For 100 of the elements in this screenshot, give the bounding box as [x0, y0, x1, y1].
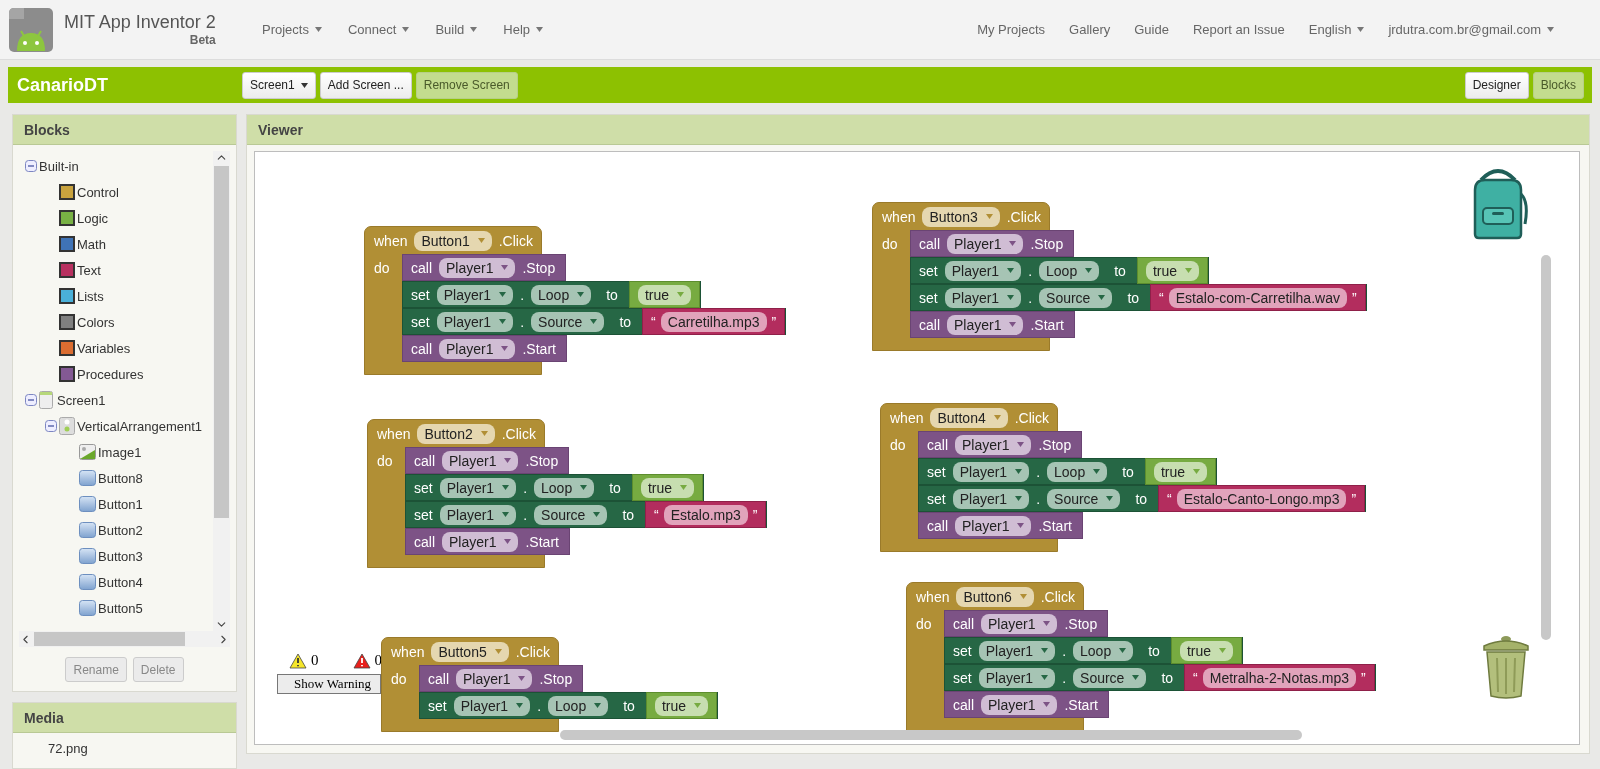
- menu-item[interactable]: Build: [435, 22, 478, 37]
- nav-link[interactable]: Gallery: [1069, 22, 1111, 37]
- tree-item[interactable]: VerticalArrangement1: [77, 418, 202, 434]
- text-field[interactable]: Estalo.mp3: [663, 504, 748, 525]
- property-dropdown[interactable]: Source: [531, 311, 605, 332]
- value-dropdown[interactable]: true: [1145, 260, 1199, 281]
- tree-item[interactable]: Button3: [98, 548, 143, 564]
- tree-item[interactable]: Colors: [77, 314, 115, 330]
- property-dropdown[interactable]: Source: [1073, 667, 1147, 688]
- component-dropdown[interactable]: Player1: [456, 668, 533, 689]
- collapse-icon[interactable]: [45, 420, 57, 432]
- component-dropdown[interactable]: Player1: [944, 287, 1022, 308]
- component-dropdown[interactable]: Player1: [978, 667, 1056, 688]
- component-dropdown[interactable]: Player1: [955, 515, 1032, 536]
- component-dropdown[interactable]: Player1: [453, 695, 531, 716]
- text-field[interactable]: Estalo-com-Carretilha.wav: [1168, 287, 1347, 308]
- component-dropdown[interactable]: Button1: [414, 230, 492, 251]
- menu-item[interactable]: Help: [503, 22, 544, 37]
- component-dropdown[interactable]: Player1: [439, 338, 516, 359]
- dot-label: .: [1028, 289, 1033, 306]
- vertical-scrollbar[interactable]: [213, 151, 230, 631]
- component-dropdown[interactable]: Player1: [952, 461, 1030, 482]
- value-dropdown[interactable]: true: [1179, 640, 1233, 661]
- caret-icon: [1093, 469, 1101, 474]
- view-tab[interactable]: Blocks: [1532, 71, 1584, 99]
- property-dropdown[interactable]: Loop: [531, 284, 592, 305]
- component-dropdown[interactable]: Player1: [981, 613, 1058, 634]
- component-dropdown[interactable]: Player1: [952, 488, 1030, 509]
- tree-item[interactable]: Control: [77, 184, 119, 200]
- value-dropdown[interactable]: true: [637, 284, 691, 305]
- tree-item[interactable]: Lists: [77, 288, 104, 304]
- value-dropdown[interactable]: true: [640, 477, 694, 498]
- property-dropdown[interactable]: Loop: [1073, 640, 1134, 661]
- tree-item[interactable]: Button2: [98, 522, 143, 538]
- component-dropdown[interactable]: Player1: [436, 311, 514, 332]
- component-dropdown[interactable]: Player1: [947, 233, 1024, 254]
- component-dropdown[interactable]: Player1: [442, 450, 519, 471]
- screen-button[interactable]: Add Screen ...: [319, 71, 412, 99]
- trash-icon[interactable]: [1481, 634, 1531, 700]
- component-dropdown[interactable]: Button2: [417, 423, 495, 444]
- nav-link[interactable]: Report an Issue: [1192, 22, 1285, 37]
- component-dropdown[interactable]: Button3: [922, 206, 1000, 227]
- text-field[interactable]: Carretilha.mp3: [660, 311, 767, 332]
- component-dropdown[interactable]: Player1: [981, 694, 1058, 715]
- property-dropdown[interactable]: Loop: [548, 695, 609, 716]
- tree-item[interactable]: Built-in: [39, 158, 79, 174]
- component-dropdown[interactable]: Player1: [439, 504, 517, 525]
- screen-dropdown[interactable]: Screen1: [242, 71, 316, 99]
- call-label: call: [953, 696, 974, 713]
- collapse-icon[interactable]: [25, 160, 37, 172]
- collapse-icon[interactable]: [25, 394, 37, 406]
- nav-link[interactable]: Guide: [1134, 22, 1169, 37]
- tree-item[interactable]: Button8: [98, 470, 143, 486]
- component-dropdown[interactable]: Player1: [439, 477, 517, 498]
- vertical-scrollbar[interactable]: [1541, 255, 1551, 640]
- property-dropdown[interactable]: Source: [1047, 488, 1121, 509]
- nav-link[interactable]: English: [1308, 22, 1365, 37]
- tree-item[interactable]: Button5: [98, 600, 143, 616]
- tree-item[interactable]: Variables: [77, 340, 131, 356]
- component-dropdown[interactable]: Player1: [439, 257, 516, 278]
- property-dropdown[interactable]: Loop: [1047, 461, 1108, 482]
- tree-item[interactable]: Procedures: [77, 366, 144, 382]
- value-dropdown[interactable]: true: [1153, 461, 1207, 482]
- nav-link[interactable]: My Projects: [977, 22, 1046, 37]
- view-tab[interactable]: Designer: [1464, 71, 1529, 99]
- property-dropdown[interactable]: Loop: [1039, 260, 1100, 281]
- event-name: .Click: [515, 643, 550, 660]
- tree-item[interactable]: Screen1: [57, 392, 106, 408]
- nav-link[interactable]: jrdutra.com.br@gmail.com: [1388, 22, 1554, 37]
- tree-item[interactable]: Math: [77, 236, 106, 252]
- property-dropdown[interactable]: Loop: [534, 477, 595, 498]
- media-item[interactable]: 72.png: [13, 733, 236, 756]
- component-dropdown[interactable]: Button4: [930, 407, 1008, 428]
- tree-item[interactable]: Logic: [77, 210, 109, 226]
- component-dropdown[interactable]: Player1: [944, 260, 1022, 281]
- property-dropdown[interactable]: Source: [534, 504, 608, 525]
- tree-item[interactable]: Button4: [98, 574, 143, 590]
- when-label: when: [374, 232, 408, 249]
- property-dropdown[interactable]: Source: [1039, 287, 1113, 308]
- component-dropdown[interactable]: Player1: [955, 434, 1032, 455]
- caret-icon: [1219, 648, 1226, 653]
- text-field[interactable]: Metralha-2-Notas.mp3: [1202, 667, 1357, 688]
- value-dropdown[interactable]: true: [654, 695, 708, 716]
- horizontal-scrollbar[interactable]: [560, 730, 1302, 740]
- component-dropdown[interactable]: Button6: [956, 586, 1034, 607]
- component-dropdown[interactable]: Player1: [978, 640, 1056, 661]
- tree-item[interactable]: Text: [77, 262, 101, 278]
- show-warnings-button[interactable]: Show Warning: [277, 674, 381, 694]
- component-dropdown[interactable]: Player1: [436, 284, 514, 305]
- menu-item[interactable]: Connect: [347, 22, 410, 37]
- menu-item[interactable]: Projects: [262, 22, 322, 37]
- component-dropdown[interactable]: Button5: [431, 641, 509, 662]
- component-dropdown[interactable]: Player1: [442, 531, 519, 552]
- tree-item[interactable]: Image1: [98, 444, 142, 460]
- component-dropdown[interactable]: Player1: [947, 314, 1024, 335]
- text-field[interactable]: Estalo-Canto-Longo.mp3: [1176, 488, 1347, 509]
- horizontal-scrollbar[interactable]: [19, 631, 230, 647]
- blocks-canvas[interactable]: [254, 151, 1580, 745]
- tree-item[interactable]: Button1: [98, 496, 143, 512]
- logo-icon[interactable]: [8, 6, 54, 53]
